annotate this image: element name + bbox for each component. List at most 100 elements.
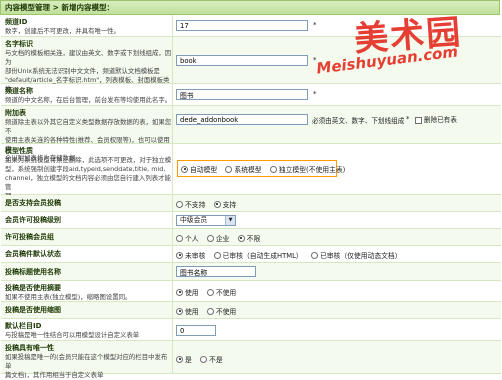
row-label: 是否支持会员投稿 [1,195,173,211]
radio-button[interactable] [310,251,318,259]
titlename-input[interactable] [176,266,256,277]
delete-table-checkbox[interactable] [415,116,422,124]
radio-label: 已审核（仅使用动态文档） [319,252,402,260]
radio-button[interactable] [181,165,188,173]
radio-auto-model[interactable]: 自动模型 [181,164,217,174]
radio-button[interactable] [206,234,214,242]
radio-button[interactable] [213,200,221,208]
radio-system-model[interactable]: 系统模型 [225,164,262,174]
radio-button[interactable] [206,288,214,296]
radio-use[interactable]: 使用 [176,287,199,297]
field-title: 名字标识 [5,40,33,48]
field-title: 默认栏目ID [5,322,42,330]
row-label: 投稿是否使用摘要 如果不使用主表(独立模型)，缩略图设置同。 [1,281,173,301]
delete-table-option[interactable]: 删除已有表 [415,114,457,124]
radio-no[interactable]: 不是 [200,354,223,364]
radio-label: 已审核（自动生成HTML） [222,252,303,260]
field-desc: 篇文档)，其作用相当于自定义表单 [5,371,104,379]
issend-radio-group: 不支持 支持 [176,199,242,210]
row-label: 会员许可投稿级别 [1,212,173,228]
field-title: 频道名称 [5,87,33,95]
radio-reviewed-dynamic[interactable]: 已审核（仅使用动态文档） [310,250,402,260]
default-typeid-input[interactable] [176,325,216,336]
type-name-input[interactable] [176,89,308,100]
addtable-hint: 必须由英文、数字、下划线组成 [312,117,405,125]
row-model-props: 模型性质 如果为系统模型将禁止删除，此选项不可更改，对于独立模 型，系统强制创建… [1,144,501,200]
row-label: 投稿具有唯一性 如果投稿是唯一的(会员只能在这个模型对应的栏目中发布单 篇文档)… [1,341,173,379]
radio-button[interactable] [225,165,233,173]
field-desc: 数字，创建后不可更改，并具有唯一性。 [5,27,121,35]
field-title: 许可投稿会员组 [5,233,54,241]
radio-button[interactable] [176,251,183,259]
radio-support[interactable]: 支持 [213,199,236,209]
row-label: 附加表 频道除主表以外其它自定义类型数据存放数据的表，如果您不 使用主表关连的各… [1,106,173,162]
model-type-radio-group: 自动模型 系统模型 独立模型(不使用主表) [181,164,351,175]
row-label: 投稿是否使用缩图 [1,302,173,318]
radio-button[interactable] [206,307,214,315]
field-desc: 如果为系统模型将禁止删除，此选项不可更改，对于独立模 [5,156,172,164]
radio-button[interactable] [237,234,245,242]
row-addtable: 附加表 频道除主表以外其它自定义类型数据存放数据的表，如果您不 使用主表关连的各… [1,106,501,162]
row-sendmem: 投稿是否使用摘要 如果不使用主表(独立模型)，缩略图设置同。 使用 不使用 [1,281,501,302]
radio-not-support[interactable]: 不支持 [176,199,205,209]
radio-button[interactable] [176,200,183,208]
radio-label: 系统模型 [234,166,262,174]
radio-label: 是 [185,356,192,364]
radio-use[interactable]: 使用 [176,306,199,316]
field-title: 模型性质 [5,147,33,155]
row-label: 投稿标题使用名称 [1,263,173,280]
field-desc: 如果不使用主表(独立模型)，缩略图设置同。 [5,293,132,301]
field-title: 频道ID [5,18,28,26]
field-desc: 部份Unix系统无法识别中文文件，频道默认文档模板是 [5,67,160,75]
usertype-radio-group: 个人 企业 不限 [176,233,266,244]
delete-table-label: 删除已有表 [424,116,457,124]
chevron-down-icon[interactable]: ▼ [225,216,235,225]
sendmem-radio-group: 使用 不使用 [176,287,242,298]
row-arcsta: 会员稿件默认状态 未审核 已审核（自动生成HTML） 已审核（仅使用动态文档） [1,246,501,263]
row-usertype: 许可投稿会员组 个人 企业 不限 [1,229,501,246]
channel-id-input[interactable] [176,20,308,31]
field-title: 投稿是否使用摘要 [5,284,61,292]
radio-personal[interactable]: 个人 [176,233,199,243]
sendrank-select[interactable]: 中级会员 ▼ [176,215,236,226]
radio-button[interactable] [213,251,221,259]
radio-label: 企业 [215,235,230,243]
field-desc: channel，独立模型的文档内容必须由您自行建入列表才能管 [5,174,171,191]
select-value: 中级会员 [180,216,208,224]
radio-independent-model[interactable]: 独立模型(不使用主表) [269,164,346,174]
radio-button[interactable] [269,165,277,173]
field-title: 是否支持会员投稿 [5,199,61,207]
radio-not-use[interactable]: 不使用 [206,306,237,316]
radio-label: 使用 [185,308,199,316]
radio-label: 未审核 [185,252,206,260]
field-desc: 型，系统强制创建字段aid,typeid,senddate,title, mid… [5,165,166,173]
radio-button[interactable] [176,234,183,242]
row-type-name: 频道名称 频道的中文名称，在后台管理，前台发布等均使用此名字。 * [1,84,501,106]
radio-reviewed-html[interactable]: 已审核（自动生成HTML） [213,250,303,260]
radio-label: 不是 [209,356,223,364]
radio-company[interactable]: 企业 [206,233,230,243]
field-title: 投稿标题使用名称 [5,268,61,276]
radio-label: 使用 [185,289,199,297]
radio-label: 个人 [185,235,199,243]
field-desc: 如果投稿是唯一的(会员只能在这个模型对应的栏目中发布单 [5,353,168,370]
row-titlename: 投稿标题使用名称 [1,263,501,281]
radio-button[interactable] [176,355,183,363]
radio-unreviewed[interactable]: 未审核 [176,250,205,260]
radio-button[interactable] [176,288,183,296]
radio-button[interactable] [200,355,208,363]
radio-yes[interactable]: 是 [176,354,192,364]
addtable-input[interactable] [176,114,308,125]
row-label: 频道名称 频道的中文名称，在后台管理，前台发布等均使用此名字。 [1,84,173,105]
radio-label: 不限 [246,235,261,243]
row-label: 会员稿件默认状态 [1,246,173,262]
radio-unlimited[interactable]: 不限 [237,233,261,243]
nid-input[interactable] [176,55,308,66]
radio-label: 独立模型(不使用主表) [278,166,346,174]
row-label: 模型性质 如果为系统模型将禁止删除，此选项不可更改，对于独立模 型，系统强制创建… [1,144,173,200]
radio-button[interactable] [176,307,183,315]
radio-label: 不使用 [215,308,237,316]
field-title: 投稿具有唯一性 [5,344,54,352]
radio-not-use[interactable]: 不使用 [206,287,236,297]
field-title: 会员许可投稿级别 [5,216,61,224]
